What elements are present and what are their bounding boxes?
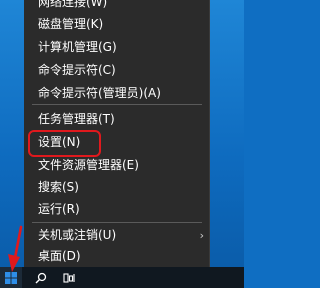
red-arrow-annotation xyxy=(8,225,23,272)
